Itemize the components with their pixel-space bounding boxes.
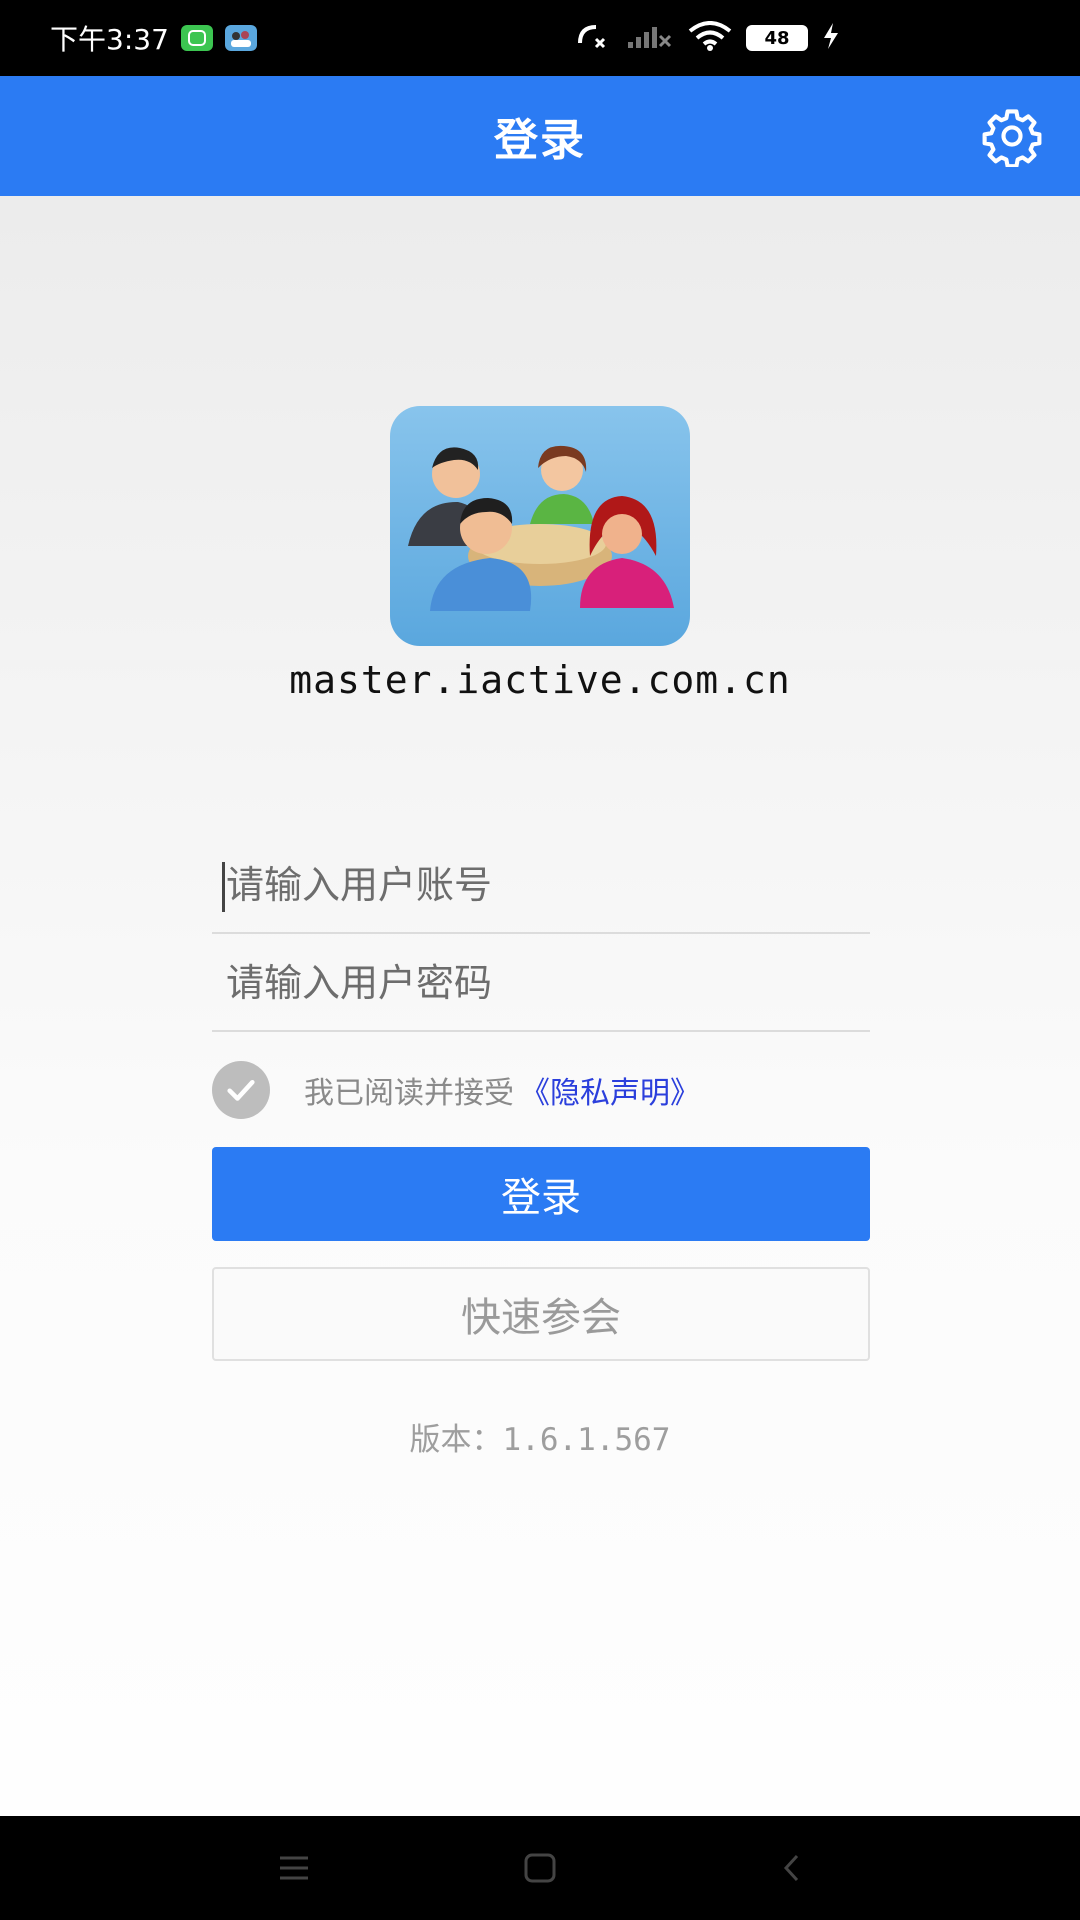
app-logo bbox=[390, 406, 690, 646]
navigation-bar bbox=[0, 1816, 1080, 1920]
wechat-icon bbox=[180, 25, 213, 51]
text-cursor bbox=[222, 862, 225, 912]
app-bar: 登录 bbox=[0, 76, 1080, 196]
app-icon bbox=[224, 25, 257, 51]
agree-text: 我已阅读并接受 bbox=[304, 1076, 514, 1111]
home-icon bbox=[524, 1853, 556, 1883]
account-input[interactable] bbox=[212, 863, 870, 907]
quick-join-button[interactable]: 快速参会 bbox=[212, 1267, 870, 1361]
server-domain: master.iactive.com.cn bbox=[289, 658, 791, 702]
agreement-row: 我已阅读并接受 《隐私声明》 bbox=[212, 1058, 700, 1122]
gear-icon bbox=[982, 109, 1042, 167]
menu-button[interactable] bbox=[272, 1846, 316, 1890]
password-input[interactable] bbox=[212, 961, 870, 1005]
home-button[interactable] bbox=[518, 1846, 562, 1890]
login-button[interactable]: 登录 bbox=[212, 1147, 870, 1241]
back-button[interactable] bbox=[770, 1846, 814, 1890]
status-time: 下午3:37 bbox=[50, 23, 169, 56]
status-icons: 48 bbox=[576, 21, 840, 55]
agree-checkbox[interactable] bbox=[212, 1061, 270, 1119]
login-content: master.iactive.com.cn 我已阅读并接受 《隐私声明》 登录 … bbox=[0, 196, 1080, 1816]
menu-icon bbox=[280, 1856, 308, 1880]
check-icon bbox=[227, 1079, 255, 1101]
signal-icon bbox=[626, 22, 674, 54]
meeting-people-icon bbox=[408, 445, 674, 611]
battery-icon: 48 bbox=[746, 25, 808, 51]
version-text: 版本：1.6.1.567 bbox=[409, 1422, 671, 1458]
charging-icon bbox=[822, 22, 840, 54]
status-bar: 下午3:37 48 bbox=[0, 0, 1080, 76]
page-title: 登录 bbox=[494, 115, 586, 166]
wifi-icon bbox=[688, 21, 732, 55]
back-icon bbox=[783, 1854, 799, 1882]
password-field bbox=[212, 936, 870, 1032]
settings-button[interactable] bbox=[980, 104, 1044, 168]
privacy-link[interactable]: 《隐私声明》 bbox=[520, 1068, 700, 1112]
account-field bbox=[212, 838, 870, 934]
battery-level: 48 bbox=[764, 27, 790, 49]
call-missed-icon bbox=[576, 21, 612, 55]
